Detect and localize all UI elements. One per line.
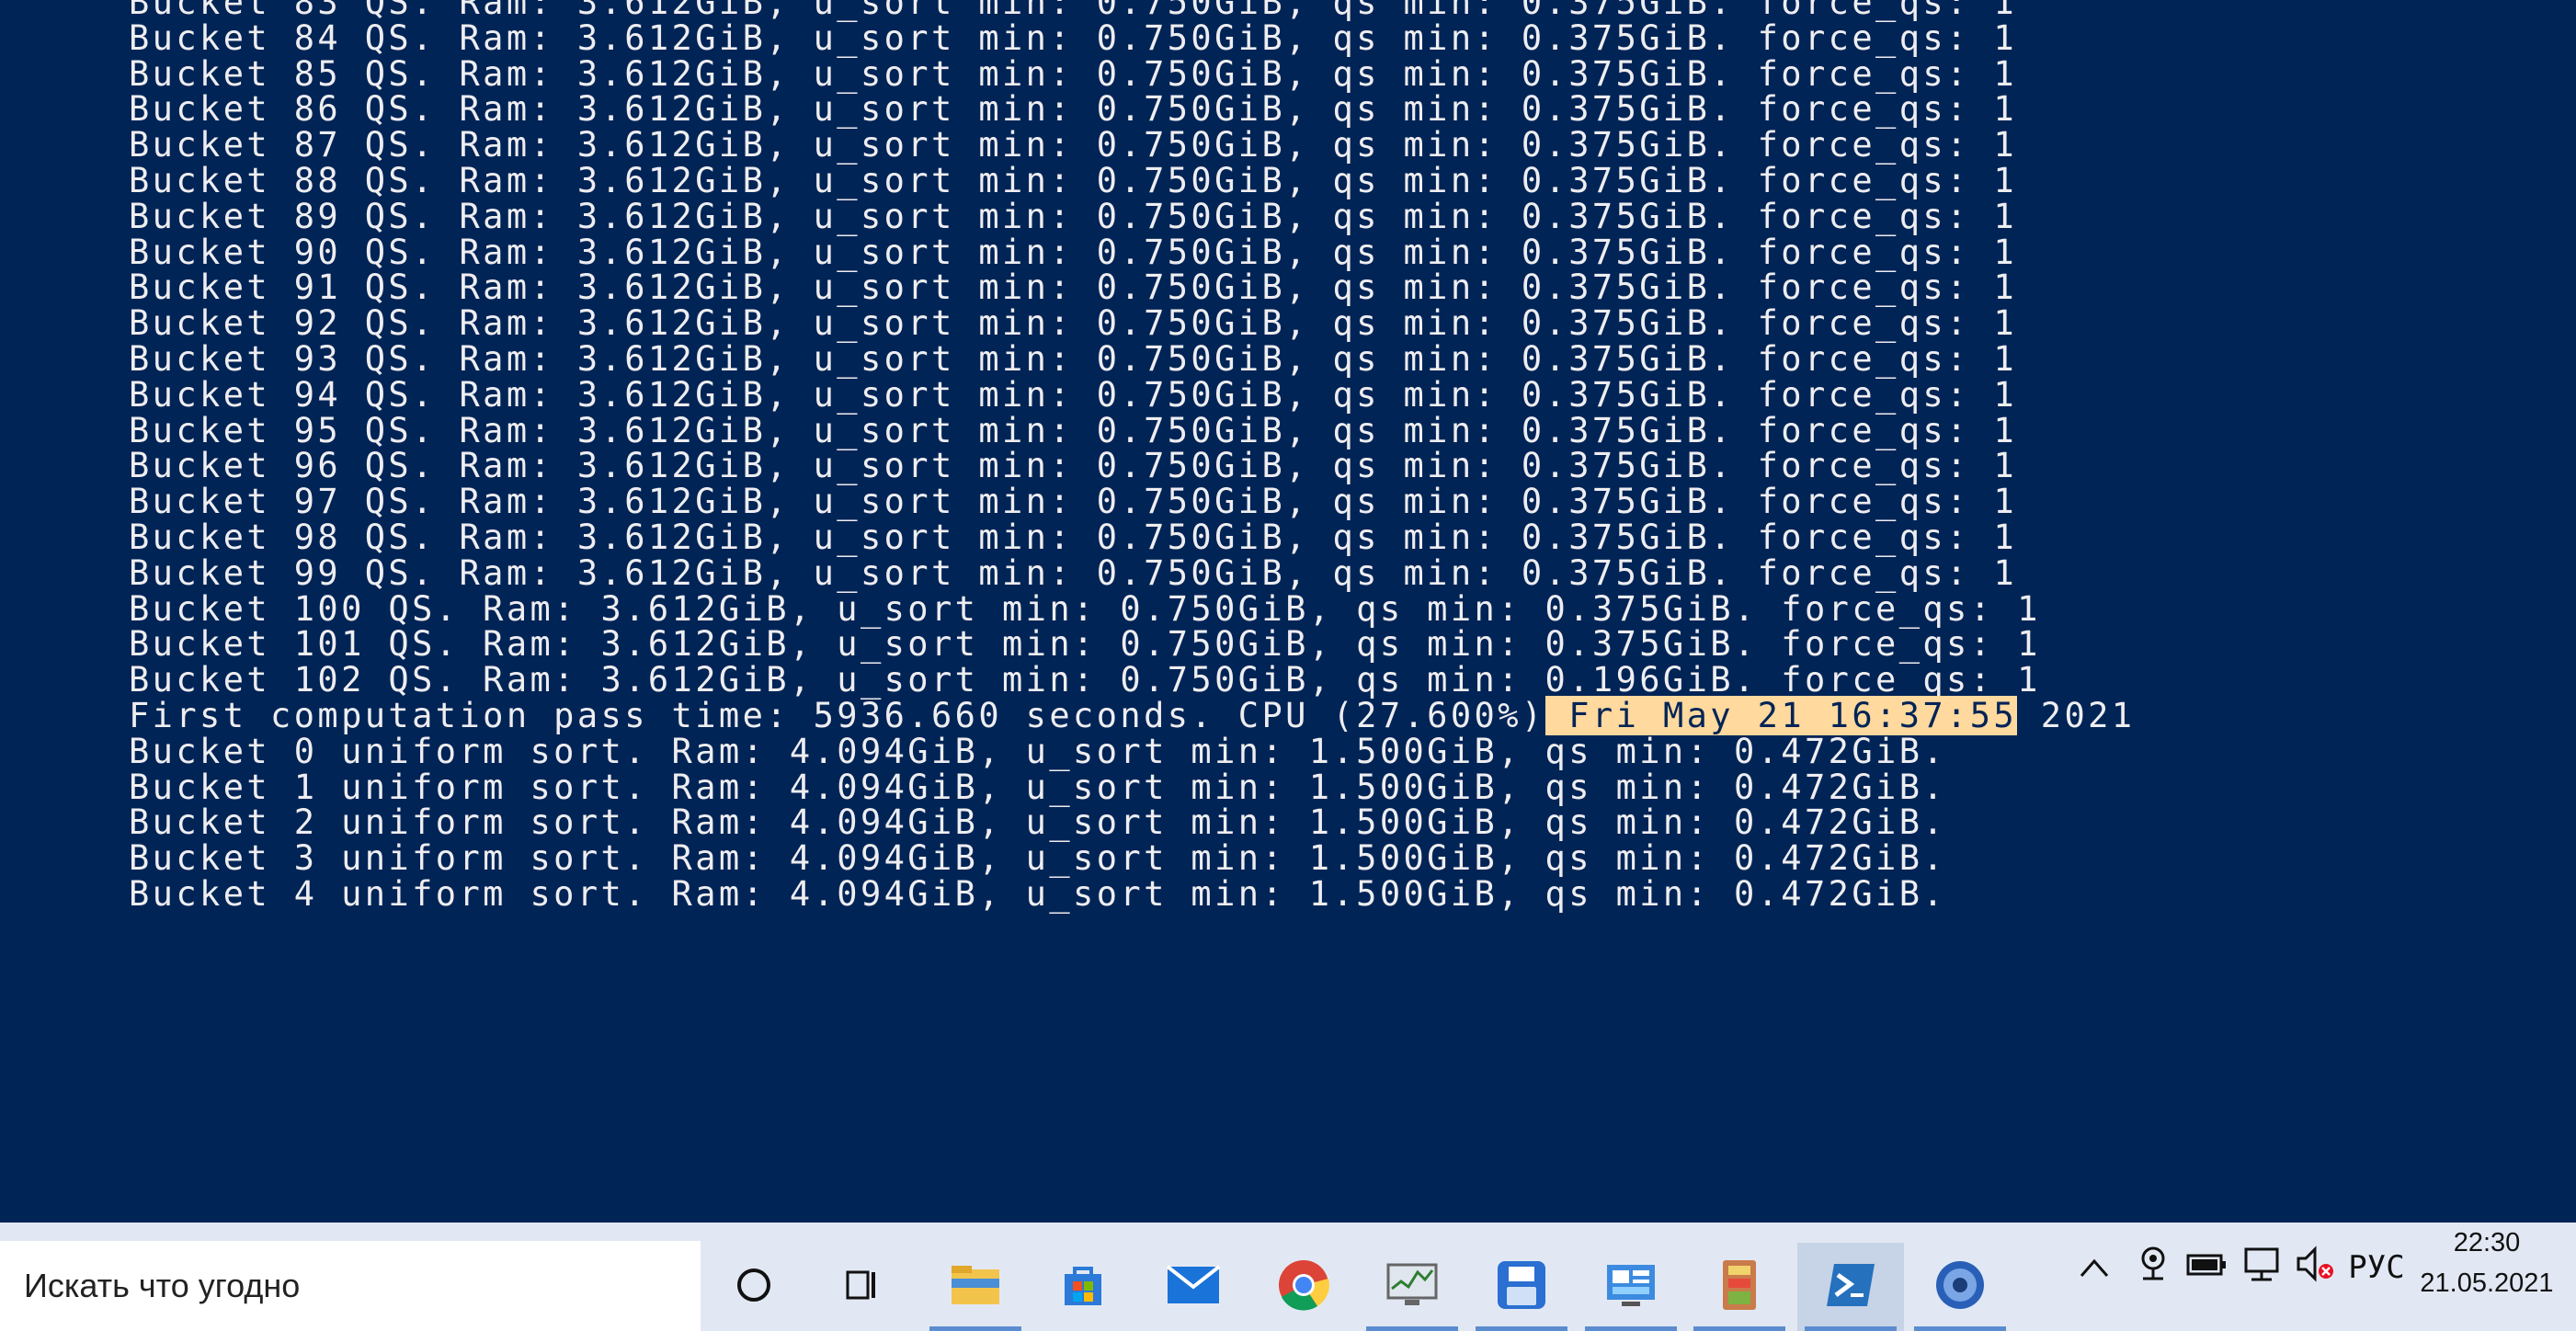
console-output: Bucket 83 QS. Ram: 3.612GiB, u_sort min:…	[129, 0, 2135, 913]
console-line: Bucket 97 QS. Ram: 3.612GiB, u_sort min:…	[129, 482, 2018, 522]
console-line: Bucket 1 uniform sort. Ram: 4.094GiB, u_…	[129, 767, 1947, 807]
show-hidden-icons-button[interactable]	[2061, 1223, 2127, 1313]
console-line: Bucket 98 QS. Ram: 3.612GiB, u_sort min:…	[129, 517, 2018, 557]
disk-app-icon	[1933, 1258, 1987, 1315]
console-line: Bucket 102 QS. Ram: 3.612GiB, u_sort min…	[129, 660, 2041, 700]
network-tray-button[interactable]	[2236, 1223, 2287, 1313]
console-line: Bucket 84 QS. Ram: 3.612GiB, u_sort min:…	[129, 17, 2018, 58]
performance-monitor-icon	[1386, 1261, 1438, 1313]
volume-muted-icon	[2295, 1245, 2335, 1291]
task-view-button[interactable]	[809, 1243, 916, 1331]
file-explorer-icon	[950, 1262, 1001, 1312]
console-line: Bucket 100 QS. Ram: 3.612GiB, u_sort min…	[129, 588, 2041, 629]
taskbar-search-box[interactable]: Искать что угодно	[0, 1241, 701, 1331]
network-icon	[2242, 1246, 2281, 1291]
archive-app-icon	[1719, 1258, 1760, 1315]
microsoft-store-icon	[1059, 1261, 1107, 1313]
console-line: Bucket 89 QS. Ram: 3.612GiB, u_sort min:…	[129, 196, 2018, 236]
save-app-icon	[1496, 1259, 1547, 1314]
control-panel-icon	[1605, 1261, 1657, 1313]
pass-time-text: First computation pass time: 5936.660 se…	[129, 695, 1545, 735]
console-line: Bucket 85 QS. Ram: 3.612GiB, u_sort min:…	[129, 53, 2018, 94]
mail-button[interactable]	[1140, 1243, 1247, 1331]
task-view-icon	[842, 1265, 883, 1309]
console-line: Bucket 93 QS. Ram: 3.612GiB, u_sort min:…	[129, 338, 2018, 379]
console-line: Bucket 94 QS. Ram: 3.612GiB, u_sort min:…	[129, 374, 2018, 415]
chrome-button[interactable]	[1250, 1243, 1357, 1331]
performance-monitor-button[interactable]	[1359, 1243, 1465, 1331]
microsoft-store-button[interactable]	[1030, 1243, 1136, 1331]
archive-app-button[interactable]	[1686, 1243, 1793, 1331]
disk-app-button[interactable]	[1907, 1243, 2013, 1331]
battery-tray-button[interactable]	[2181, 1223, 2232, 1313]
console-line: Bucket 86 QS. Ram: 3.612GiB, u_sort min:…	[129, 89, 2018, 130]
taskbar-clock[interactable]: 22:30 21.05.2021	[2409, 1223, 2565, 1313]
console-line: Bucket 88 QS. Ram: 3.612GiB, u_sort min:…	[129, 160, 2018, 200]
chrome-icon	[1277, 1258, 1330, 1315]
language-indicator[interactable]: РУС	[2342, 1223, 2411, 1313]
console-line: Bucket 91 QS. Ram: 3.612GiB, u_sort min:…	[129, 267, 2018, 308]
console-line-pass-time: First computation pass time: 5936.660 se…	[129, 695, 2136, 735]
console-line: Bucket 96 QS. Ram: 3.612GiB, u_sort min:…	[129, 446, 2018, 486]
console-line: Bucket 101 QS. Ram: 3.612GiB, u_sort min…	[129, 624, 2041, 665]
console-line: Bucket 92 QS. Ram: 3.612GiB, u_sort min:…	[129, 303, 2018, 344]
control-panel-button[interactable]	[1578, 1243, 1684, 1331]
cortana-icon	[734, 1265, 774, 1309]
file-explorer-button[interactable]	[922, 1243, 1029, 1331]
webcam-icon	[2137, 1246, 2169, 1291]
console-line: Bucket 90 QS. Ram: 3.612GiB, u_sort min:…	[129, 232, 2018, 272]
powershell-console[interactable]: Bucket 83 QS. Ram: 3.612GiB, u_sort min:…	[0, 0, 2576, 1223]
volume-tray-button[interactable]	[2289, 1223, 2341, 1313]
clock-time: 22:30	[2453, 1228, 2521, 1257]
clock-date: 21.05.2021	[2420, 1268, 2554, 1298]
search-placeholder: Искать что угодно	[24, 1267, 301, 1304]
selected-timestamp: Fri May 21 16:37:55	[1544, 695, 2018, 735]
powershell-icon	[1825, 1262, 1876, 1312]
console-line: Bucket 0 uniform sort. Ram: 4.094GiB, u_…	[129, 731, 1947, 771]
language-label: РУС	[2348, 1249, 2405, 1286]
chevron-up-icon	[2080, 1249, 2109, 1286]
console-line: Bucket 87 QS. Ram: 3.612GiB, u_sort min:…	[129, 125, 2018, 165]
pass-time-year: 2021	[2017, 695, 2136, 735]
mail-icon	[1166, 1265, 1221, 1309]
taskbar: Искать что угодно РУС 22:30 21.05.2021	[0, 1223, 2576, 1331]
console-line: Bucket 2 uniform sort. Ram: 4.094GiB, u_…	[129, 802, 1947, 843]
console-line: Bucket 95 QS. Ram: 3.612GiB, u_sort min:…	[129, 410, 2018, 450]
console-line: Bucket 3 uniform sort. Ram: 4.094GiB, u_…	[129, 838, 1947, 879]
console-line: Bucket 4 uniform sort. Ram: 4.094GiB, u_…	[129, 873, 1947, 914]
webcam-tray-button[interactable]	[2129, 1223, 2177, 1313]
save-app-button[interactable]	[1468, 1243, 1575, 1331]
console-line: Bucket 99 QS. Ram: 3.612GiB, u_sort min:…	[129, 552, 2018, 593]
powershell-button[interactable]	[1797, 1243, 1904, 1331]
cortana-button[interactable]	[701, 1243, 807, 1331]
battery-icon	[2186, 1249, 2227, 1286]
